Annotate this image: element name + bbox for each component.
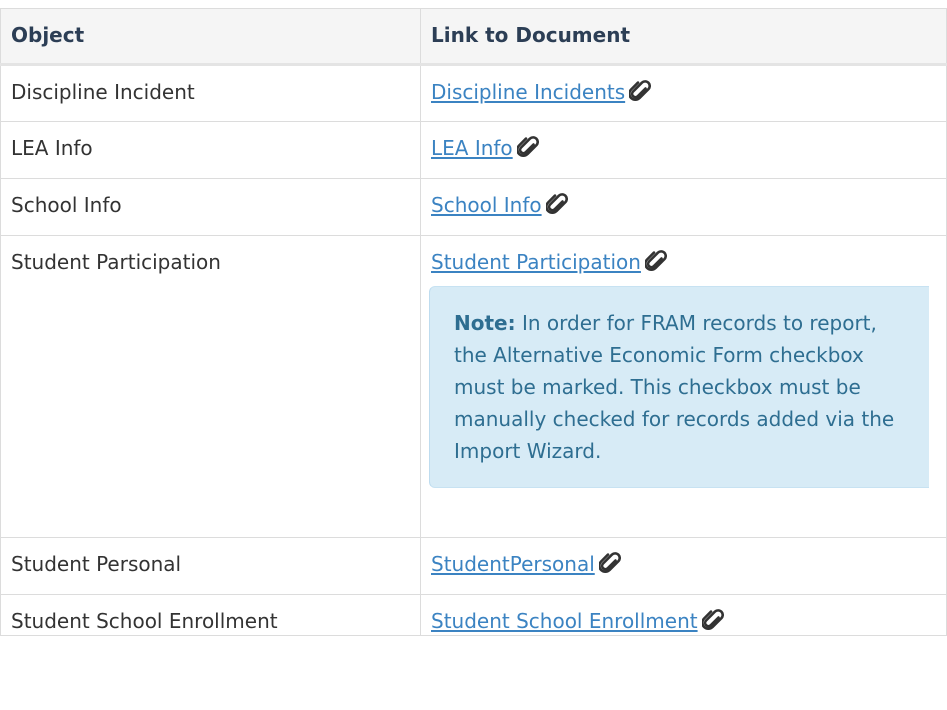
- paperclip-icon[interactable]: [597, 551, 621, 575]
- table-row: Student Personal StudentPersonal: [0, 537, 947, 595]
- object-cell: School Info: [0, 178, 421, 236]
- document-link[interactable]: Discipline Incidents: [431, 80, 625, 104]
- paperclip-icon[interactable]: [544, 192, 568, 216]
- header-object: Object: [0, 8, 421, 66]
- table-header-row: Object Link to Document: [0, 8, 947, 66]
- paperclip-icon[interactable]: [515, 135, 539, 159]
- link-cell: School Info: [420, 178, 947, 236]
- table-row: Student School Enrollment Student School…: [0, 594, 947, 636]
- document-link[interactable]: School Info: [431, 193, 542, 217]
- paperclip-icon[interactable]: [644, 249, 667, 273]
- table-row: School Info School Info: [0, 178, 947, 236]
- object-cell: Student Participation: [0, 235, 421, 538]
- link-cell: LEA Info: [420, 121, 947, 179]
- document-link[interactable]: Student Participation: [431, 250, 641, 274]
- link-cell: Discipline Incidents: [420, 64, 947, 122]
- document-link[interactable]: Student School Enrollment: [431, 609, 698, 633]
- document-link[interactable]: StudentPersonal: [431, 552, 595, 576]
- paperclip-icon[interactable]: [628, 79, 652, 103]
- document-link[interactable]: LEA Info: [431, 136, 513, 160]
- table-row: Student Participation Student Participat…: [0, 235, 947, 538]
- table-row: LEA Info LEA Info: [0, 121, 947, 179]
- document-table: Object Link to Document Discipline Incid…: [0, 8, 947, 636]
- object-cell: Discipline Incident: [0, 64, 421, 122]
- table-row: Discipline Incident Discipline Incidents: [0, 64, 947, 122]
- note-callout: Note: In order for FRAM records to repor…: [429, 286, 929, 488]
- paperclip-icon[interactable]: [700, 608, 724, 632]
- object-cell: LEA Info: [0, 121, 421, 179]
- object-cell: Student School Enrollment: [0, 594, 421, 636]
- header-link-to-document: Link to Document: [420, 8, 947, 66]
- link-cell: Student Participation Note: In order for…: [420, 235, 947, 538]
- note-text: In order for FRAM records to report, the…: [454, 311, 895, 463]
- link-cell: Student School Enrollment: [420, 594, 947, 636]
- link-cell: StudentPersonal: [420, 537, 947, 595]
- note-label: Note:: [454, 311, 516, 335]
- object-cell: Student Personal: [0, 537, 421, 595]
